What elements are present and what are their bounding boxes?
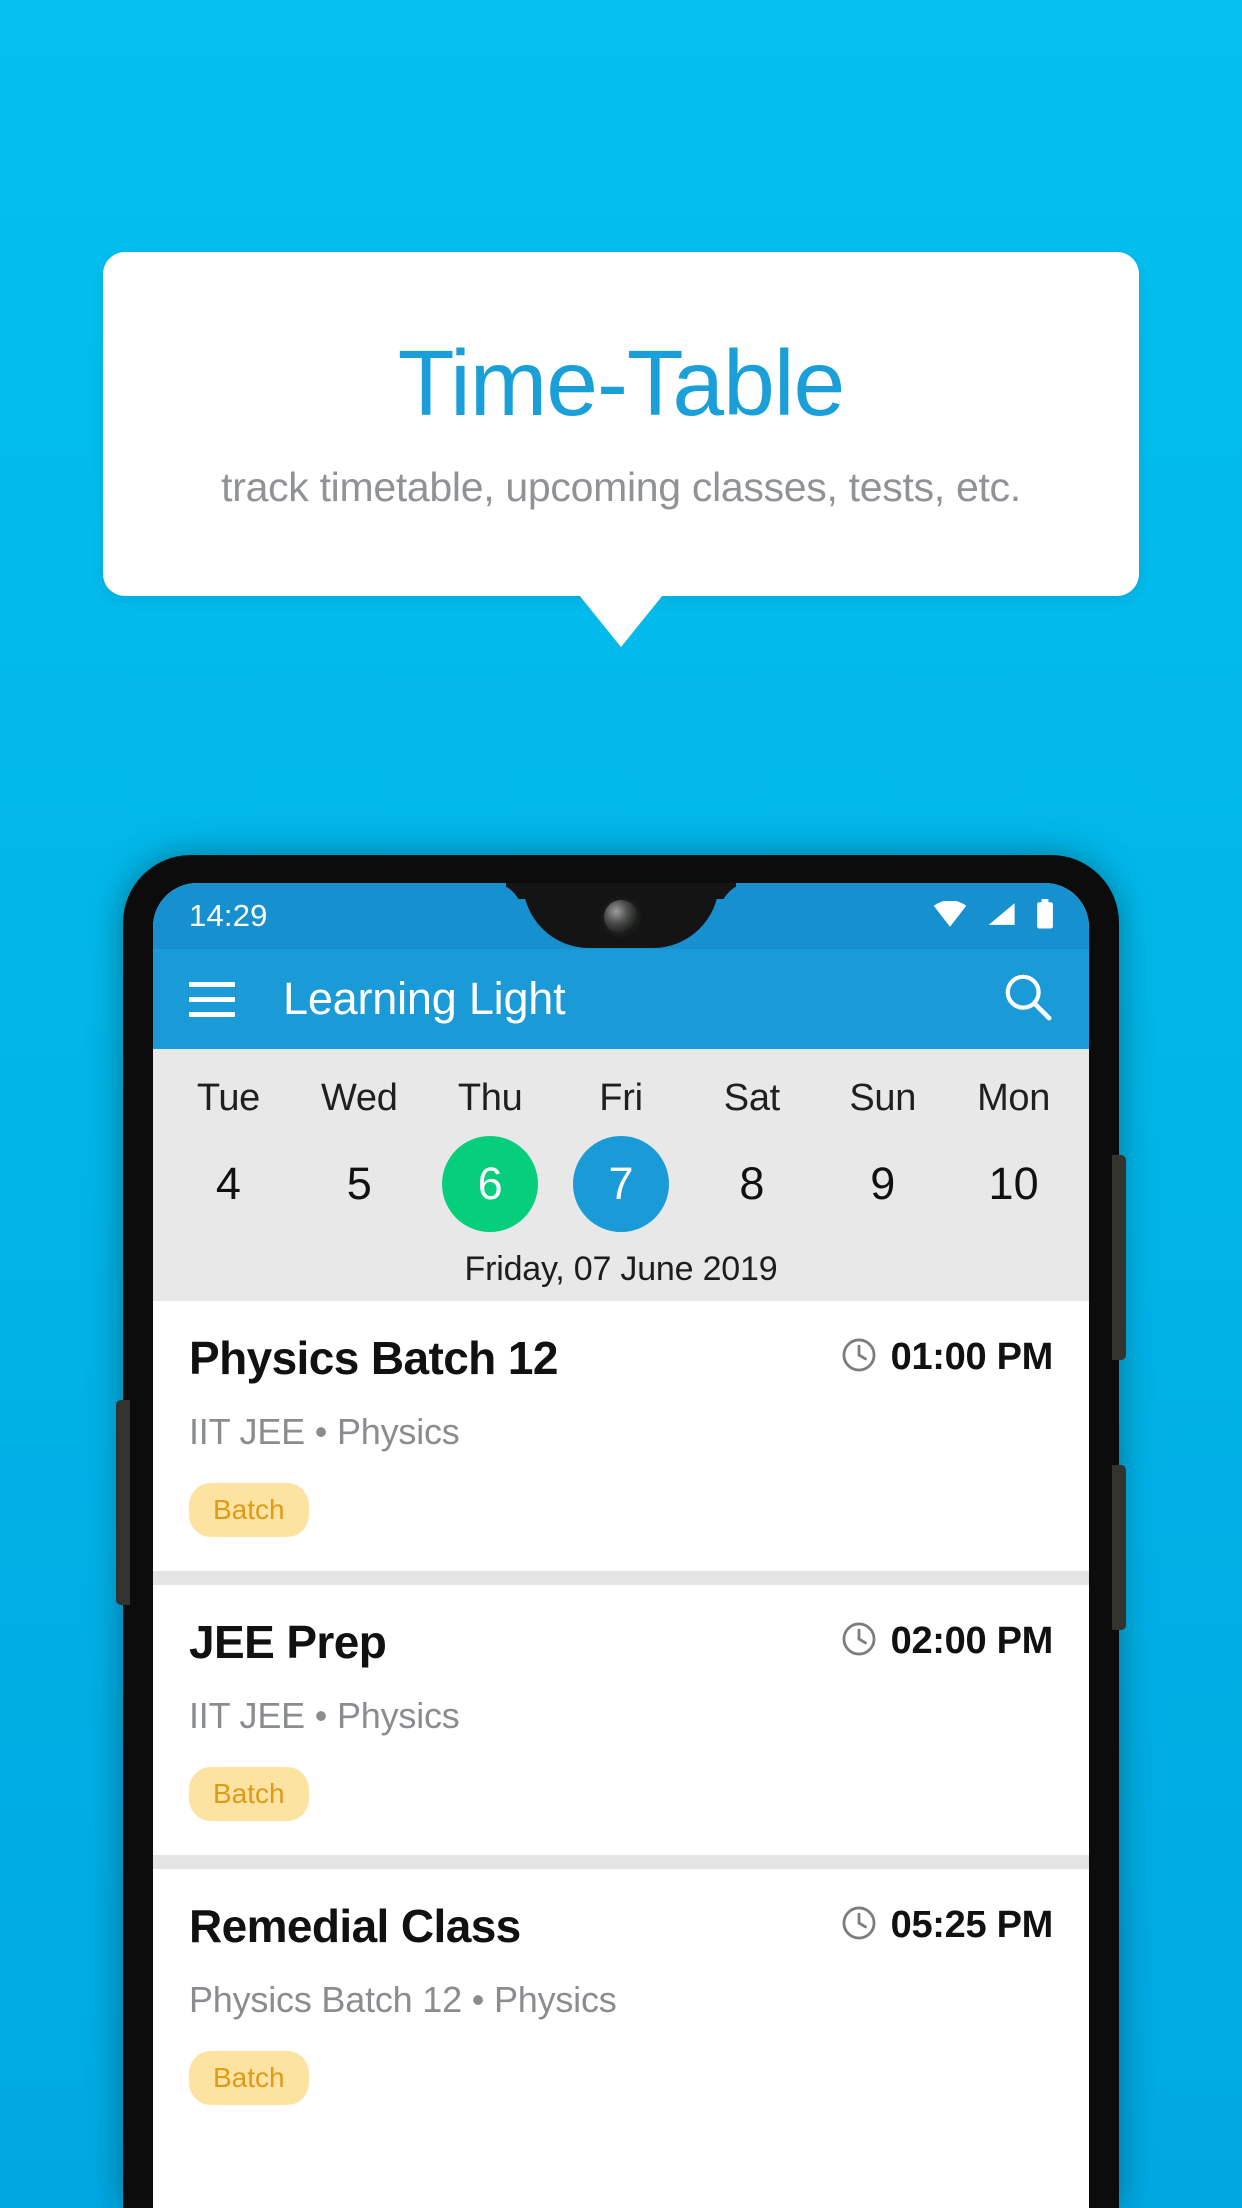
clock-icon [841,1337,877,1378]
selected-date-label: Friday, 07 June 2019 [464,1250,778,1288]
class-time-group: 02:00 PM [841,1615,1053,1663]
day-name: Sun [849,1077,917,1119]
day-name: Fri [599,1077,643,1119]
day-column-sat[interactable]: Sat 8 [686,1059,817,1232]
phone-volume-button[interactable] [1112,1155,1126,1360]
wifi-icon [933,899,967,932]
day-number-circle: 8 [704,1136,800,1232]
bubble-tail [579,595,663,647]
page-subtitle: track timetable, upcoming classes, tests… [221,464,1021,510]
day-number-circle: 5 [311,1136,407,1232]
day-name: Thu [457,1077,523,1119]
day-number: 10 [988,1158,1039,1209]
status-badge: Batch [189,1767,309,1821]
hamburger-menu-icon[interactable] [189,981,235,1017]
day-number-circle: 9 [835,1136,931,1232]
day-number: 5 [346,1158,372,1209]
day-number-circle: 10 [966,1136,1062,1232]
day-name: Mon [977,1077,1051,1119]
day-column-tue[interactable]: Tue 4 [163,1059,294,1232]
class-card[interactable]: Remedial Class 05:25 PM Physics Batch 12… [153,1869,1089,2139]
class-title: Remedial Class [189,1900,521,1952]
hamburger-line [189,1011,235,1017]
class-title: Physics Batch 12 [189,1332,558,1384]
app-bar: Learning Light [153,949,1089,1049]
day-name: Sat [723,1077,780,1119]
card-header: Remedial Class 05:25 PM [189,1899,1053,1953]
status-bar-time: 14:29 [189,898,268,933]
status-badge: Batch [189,2051,309,2105]
app-title: Learning Light [283,973,566,1024]
day-number-circle-selected: 7 [573,1136,669,1232]
promo-bubble: Time-Table track timetable, upcoming cla… [103,252,1139,596]
day-number: 4 [215,1158,241,1209]
class-card[interactable]: JEE Prep 02:00 PM IIT JEE • Physics Batc… [153,1585,1089,1855]
day-column-mon[interactable]: Mon 10 [948,1059,1079,1232]
day-column-thu[interactable]: Thu 6 [425,1059,556,1232]
day-column-sun[interactable]: Sun 9 [817,1059,948,1232]
day-number: 8 [739,1158,765,1209]
hamburger-line [189,996,235,1002]
clock-icon [841,1621,877,1662]
class-time: 02:00 PM [890,1620,1054,1662]
page-title: Time-Table [397,331,846,435]
hamburger-line [189,981,235,987]
battery-icon [1035,898,1055,934]
status-bar: 14:29 [153,883,1089,949]
class-title: JEE Prep [189,1616,387,1668]
card-header: Physics Batch 12 01:00 PM [189,1331,1053,1385]
days-row: Tue 4 Wed 5 Thu 6 Fri 7 Sat 8 Sun 9 Mon … [153,1059,1089,1232]
class-subtitle: IIT JEE • Physics [189,1695,460,1736]
status-bar-icons [933,898,1055,934]
phone-power-button[interactable] [1112,1465,1126,1630]
day-number-circle-today: 6 [442,1136,539,1232]
class-subtitle: Physics Batch 12 • Physics [189,1979,617,2020]
phone-screen: 14:29 Learning Light Tue 4 Wed 5 Thu 6 F… [153,883,1089,2208]
class-time: 05:25 PM [890,1904,1054,1946]
search-icon[interactable] [1003,972,1053,1027]
class-time-group: 01:00 PM [841,1331,1053,1379]
day-name: Wed [321,1077,398,1119]
class-time: 01:00 PM [890,1336,1054,1378]
class-list: Physics Batch 12 01:00 PM IIT JEE • Phys… [153,1301,1089,2139]
class-card[interactable]: Physics Batch 12 01:00 PM IIT JEE • Phys… [153,1301,1089,1571]
phone-left-button[interactable] [116,1400,130,1605]
day-column-wed[interactable]: Wed 5 [294,1059,425,1232]
day-name: Tue [196,1077,261,1119]
class-time-group: 05:25 PM [841,1899,1053,1947]
status-badge: Batch [189,1483,309,1537]
phone-mockup: 14:29 Learning Light Tue 4 Wed 5 Thu 6 F… [116,855,1126,2208]
day-column-fri[interactable]: Fri 7 [556,1059,687,1232]
day-number-circle: 4 [180,1136,276,1232]
class-subtitle: IIT JEE • Physics [189,1411,460,1452]
date-strip: Tue 4 Wed 5 Thu 6 Fri 7 Sat 8 Sun 9 Mon … [153,1049,1089,1301]
card-header: JEE Prep 02:00 PM [189,1615,1053,1669]
day-number: 6 [477,1158,503,1209]
day-number: 7 [608,1158,634,1209]
day-number: 9 [870,1158,896,1209]
clock-icon [841,1905,877,1946]
cellular-signal-icon [986,901,1016,932]
